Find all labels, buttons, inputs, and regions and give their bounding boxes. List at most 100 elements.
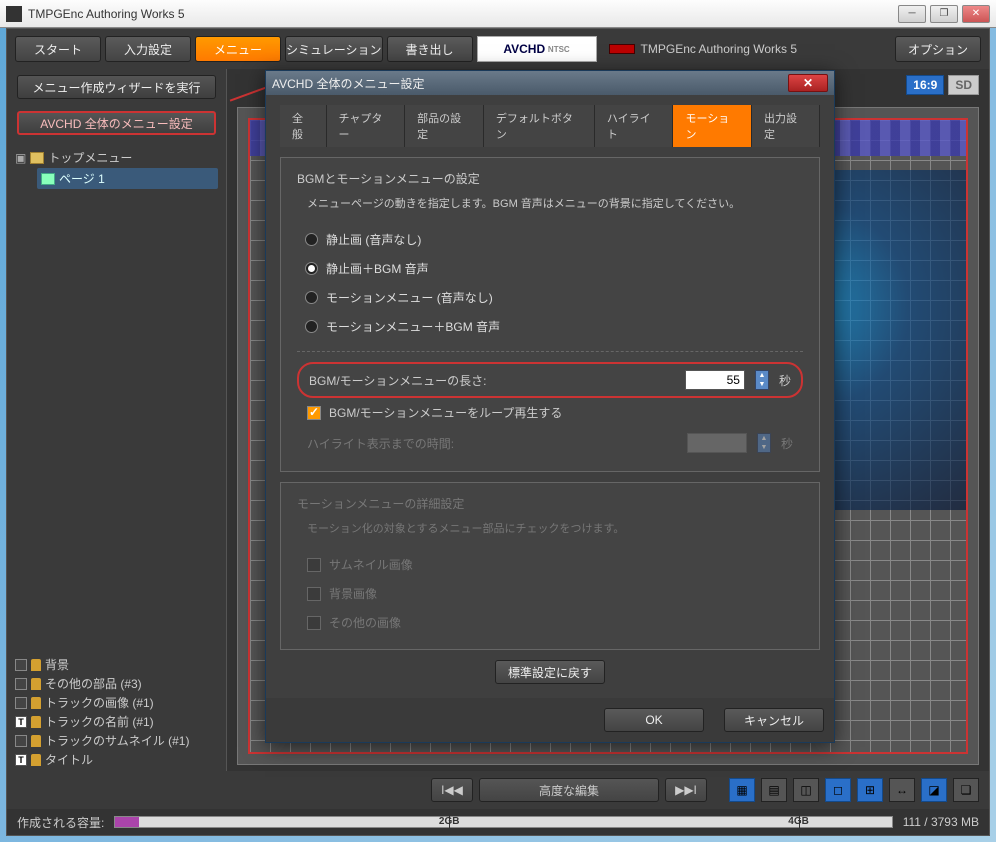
layer-type-icon: [15, 678, 27, 690]
dlg-tab-parts[interactable]: 部品の設定: [405, 105, 484, 147]
status-size-label: 作成される容量:: [17, 814, 104, 831]
chk-label: 背景画像: [329, 585, 377, 602]
highlight-delay-label: ハイライト表示までの時間:: [307, 435, 454, 452]
list-view-icon[interactable]: ▤: [761, 778, 787, 802]
dlg-tab-motion[interactable]: モーション: [673, 105, 752, 147]
format-name: AVCHD: [503, 42, 545, 56]
length-label: BGM/モーションメニューの長さ:: [309, 372, 486, 389]
lock-icon: [31, 735, 41, 747]
prev-track-button[interactable]: I◀◀: [431, 778, 473, 802]
app-icon: [6, 6, 22, 22]
layer-label: トラックのサムネイル (#1): [45, 732, 189, 749]
layer-row[interactable]: 背景: [15, 655, 218, 674]
resolution-badge[interactable]: SD: [948, 75, 979, 95]
reset-row: 標準設定に戻す: [280, 660, 820, 684]
layer-row[interactable]: その他の部品 (#3): [15, 674, 218, 693]
loop-checkbox-row[interactable]: BGM/モーションメニューをループ再生する: [297, 398, 803, 427]
layer-row[interactable]: Tトラックの名前 (#1): [15, 712, 218, 731]
spin-up-icon: ▲: [756, 371, 768, 380]
layers-icon[interactable]: ❏: [953, 778, 979, 802]
dialog-title: AVCHD 全体のメニュー設定: [272, 75, 788, 92]
radio-label: 静止画 (音声なし): [326, 231, 421, 248]
layer-row[interactable]: トラックのサムネイル (#1): [15, 731, 218, 750]
select-icon[interactable]: ◫: [793, 778, 819, 802]
panel1-title: BGMとモーションメニューの設定: [297, 170, 803, 187]
status-bar: 作成される容量: 2GB 4GB 111 / 3793 MB: [7, 809, 989, 835]
reset-button[interactable]: 標準設定に戻す: [495, 660, 605, 684]
chk-background: 背景画像: [297, 579, 803, 608]
radio-still-nosound[interactable]: 静止画 (音声なし): [305, 225, 803, 254]
lock-icon: [31, 678, 41, 690]
layer-label: 背景: [45, 656, 69, 673]
aspect-badge[interactable]: 16:9: [906, 75, 944, 95]
next-track-button[interactable]: ▶▶I: [665, 778, 707, 802]
dlg-tab-output[interactable]: 出力設定: [752, 105, 820, 147]
tab-input[interactable]: 入力設定: [105, 36, 191, 62]
tree-top-label: トップメニュー: [48, 149, 132, 166]
length-input[interactable]: 55: [685, 370, 745, 390]
tab-start[interactable]: スタート: [15, 36, 101, 62]
progress-mark-4gb-label: 4GB: [788, 816, 809, 827]
dialog-tabs: 全般 チャプター 部品の設定 デフォルトボタン ハイライト モーション 出力設定: [280, 105, 820, 147]
layer-row[interactable]: トラックの画像 (#1): [15, 693, 218, 712]
text-layer-icon: T: [15, 754, 27, 766]
layer-type-icon: [15, 735, 27, 747]
tree-top-menu[interactable]: ▣ トップメニュー: [15, 147, 218, 168]
brand-text: TMPGEnc Authoring Works 5: [641, 42, 798, 56]
brand-name: TMPGEnc Authoring Works 5: [609, 42, 798, 56]
advanced-edit-button[interactable]: 高度な編集: [479, 778, 659, 802]
lock-icon: [31, 659, 41, 671]
tab-simulation[interactable]: シミュレーション: [285, 36, 383, 62]
tree-expand-icon: ▣: [15, 151, 26, 165]
radio-motion-bgm[interactable]: モーションメニュー＋BGM 音声: [305, 312, 803, 341]
tree-page1[interactable]: ページ 1: [37, 168, 218, 189]
ok-button[interactable]: OK: [604, 708, 704, 732]
split-icon[interactable]: ⊞: [857, 778, 883, 802]
dlg-tab-highlight[interactable]: ハイライト: [595, 105, 674, 147]
dialog-titlebar: AVCHD 全体のメニュー設定 ✕: [266, 71, 834, 95]
fullscreen-icon[interactable]: ◻: [825, 778, 851, 802]
tab-menu[interactable]: メニュー: [195, 36, 281, 62]
radio-label: 静止画＋BGM 音声: [326, 260, 429, 277]
format-badge: AVCHD NTSC: [477, 36, 597, 62]
layer-list: 背景 その他の部品 (#3) トラックの画像 (#1) Tトラックの名前 (#1…: [7, 651, 226, 771]
window-title: TMPGEnc Authoring Works 5: [28, 7, 898, 21]
settings-dialog: AVCHD 全体のメニュー設定 ✕ 全般 チャプター 部品の設定 デフォルトボタ…: [265, 70, 835, 743]
dialog-close-button[interactable]: ✕: [788, 74, 828, 92]
page-icon: [41, 173, 55, 185]
close-button[interactable]: ✕: [962, 5, 990, 23]
swap-icon[interactable]: ↔: [889, 778, 915, 802]
progress-mark-2gb-label: 2GB: [439, 816, 460, 827]
brand-bar-icon: [609, 44, 635, 54]
layer-type-icon: [15, 697, 27, 709]
radio-icon: [305, 320, 318, 333]
layer-type-icon: [15, 659, 27, 671]
radio-motion-nosound[interactable]: モーションメニュー (音声なし): [305, 283, 803, 312]
dialog-body: 全般 チャプター 部品の設定 デフォルトボタン ハイライト モーション 出力設定…: [266, 95, 834, 698]
radio-label: モーションメニュー＋BGM 音声: [326, 318, 500, 335]
menu-tree: ▣ トップメニュー ページ 1: [7, 141, 226, 651]
minimize-button[interactable]: ─: [898, 5, 926, 23]
size-progress: 2GB 4GB: [114, 816, 892, 828]
dlg-tab-chapter[interactable]: チャプター: [327, 105, 406, 147]
bottom-toolbar: I◀◀ 高度な編集 ▶▶I ▦ ▤ ◫ ◻ ⊞ ↔ ◪ ❏: [7, 771, 989, 809]
length-spinner[interactable]: ▲▼: [755, 370, 769, 390]
layer-row[interactable]: Tタイトル: [15, 750, 218, 769]
wizard-button[interactable]: メニュー作成ウィザードを実行: [17, 75, 216, 99]
cancel-button[interactable]: キャンセル: [724, 708, 824, 732]
length-field-row: BGM/モーションメニューの長さ: 55 ▲▼ 秒: [297, 362, 803, 398]
dlg-tab-general[interactable]: 全般: [280, 105, 327, 147]
checkbox-icon: [307, 558, 321, 572]
tab-option[interactable]: オプション: [895, 36, 981, 62]
global-settings-button[interactable]: AVCHD 全体のメニュー設定: [17, 111, 216, 135]
length-unit: 秒: [779, 372, 791, 389]
radio-still-bgm[interactable]: 静止画＋BGM 音声: [305, 254, 803, 283]
tab-export[interactable]: 書き出し: [387, 36, 473, 62]
maximize-button[interactable]: ❐: [930, 5, 958, 23]
grid-view-icon[interactable]: ▦: [729, 778, 755, 802]
dlg-tab-default[interactable]: デフォルトボタン: [484, 105, 595, 147]
panel2-title: モーションメニューの詳細設定: [297, 495, 803, 512]
progress-fill: [115, 817, 138, 827]
chk-label: サムネイル画像: [329, 556, 413, 573]
snap-icon[interactable]: ◪: [921, 778, 947, 802]
